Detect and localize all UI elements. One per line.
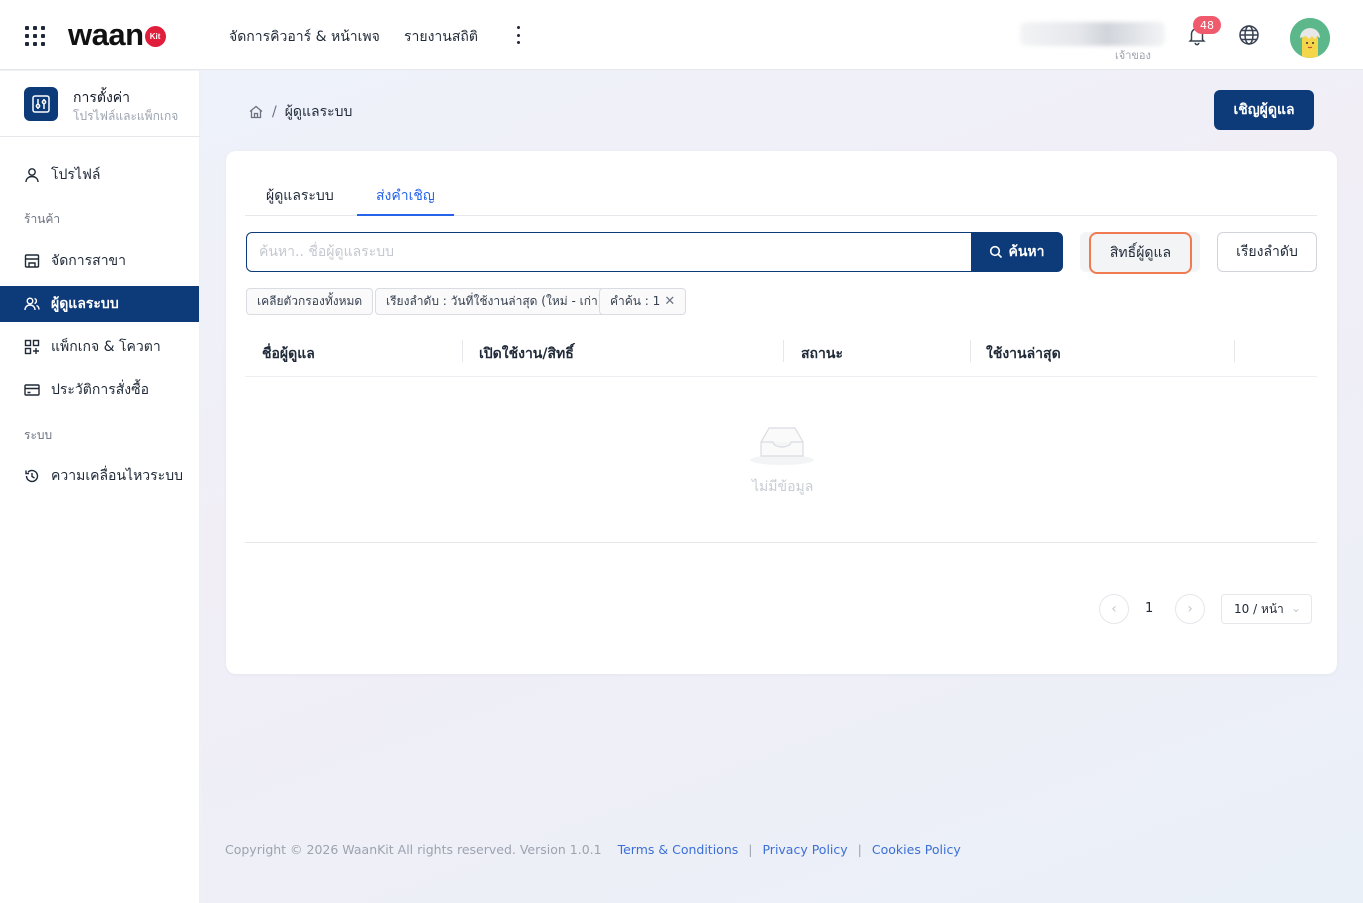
- sidebar-item-label: ประวัติการสั่งซื้อ: [51, 382, 150, 398]
- users-icon: [24, 297, 40, 311]
- column-header-name[interactable]: ชื่อผู้ดูแล: [262, 343, 315, 365]
- sidebar-item-admins[interactable]: ผู้ดูแลระบบ: [0, 286, 199, 322]
- close-icon[interactable]: ✕: [664, 294, 675, 309]
- grid-plus-icon: [24, 339, 40, 355]
- sidebar-item-label: แพ็กเกจ & โควตา: [51, 339, 161, 355]
- apps-grid-icon[interactable]: [25, 26, 47, 46]
- tab-admins[interactable]: ผู้ดูแลระบบ: [266, 185, 334, 216]
- user-icon: [25, 168, 39, 183]
- settings-sliders-icon: [24, 87, 58, 121]
- avatar[interactable]: [1290, 18, 1330, 58]
- user-role: เจ้าของ: [1115, 49, 1151, 62]
- footer: Copyright © 2026 WaanKit All rights rese…: [225, 842, 961, 857]
- chevron-right-icon: ›: [1187, 601, 1193, 617]
- tabs: ผู้ดูแลระบบ ส่งคำเชิญ: [245, 182, 1317, 216]
- chevron-left-icon: ‹: [1111, 601, 1117, 617]
- tab-invitations[interactable]: ส่งคำเชิญ: [357, 185, 454, 216]
- more-vertical-icon[interactable]: [510, 24, 526, 46]
- top-bar: waan Kit จัดการคิวอาร์ & หน้าเพจ รายงานส…: [0, 0, 1363, 70]
- column-header-last-used[interactable]: ใช้งานล่าสุด: [986, 343, 1061, 365]
- footer-separator: |: [857, 842, 862, 857]
- logo[interactable]: waan Kit: [68, 17, 166, 52]
- search-input[interactable]: [246, 232, 972, 272]
- copyright-text: Copyright © 2026 WaanKit All rights rese…: [225, 842, 602, 857]
- sidebar-item-activity[interactable]: ความเคลื่อนไหวระบบ: [0, 458, 198, 494]
- breadcrumb-separator: /: [272, 104, 277, 120]
- admin-permissions-button[interactable]: สิทธิ์ผู้ดูแล: [1089, 232, 1192, 274]
- sidebar-item-label: โปรไฟล์: [51, 167, 101, 183]
- breadcrumb-current: ผู้ดูแลระบบ: [284, 104, 353, 120]
- sidebar-item-label: จัดการสาขา: [51, 253, 126, 269]
- sidebar-header: การตั้งค่า โปรไฟล์และแพ็กเกจ: [0, 71, 200, 137]
- table-header: ชื่อผู้ดูแล เปิดใช้งาน/สิทธิ์ สถานะ ใช้ง…: [245, 330, 1317, 377]
- breadcrumb: / ผู้ดูแลระบบ: [248, 101, 352, 123]
- column-header-enabled[interactable]: เปิดใช้งาน/สิทธิ์: [479, 343, 574, 365]
- home-icon[interactable]: [248, 104, 264, 120]
- sidebar-section-store: ร้านค้า: [24, 212, 61, 226]
- sidebar-item-branches[interactable]: จัดการสาขา: [0, 243, 198, 279]
- sidebar: การตั้งค่า โปรไฟล์และแพ็กเกจ โปรไฟล์ ร้า…: [0, 71, 200, 903]
- page-size-select[interactable]: 10 / หน้า ⌄: [1221, 594, 1312, 624]
- globe-icon[interactable]: [1237, 23, 1261, 47]
- next-page-button[interactable]: ›: [1175, 594, 1205, 624]
- keyword-filter-chip[interactable]: คำค้น : 1 ✕: [599, 288, 687, 315]
- sidebar-item-profile[interactable]: โปรไฟล์: [0, 157, 198, 193]
- search-icon: [990, 245, 1003, 259]
- nav-statistics[interactable]: รายงานสถิติ: [404, 26, 478, 48]
- search-button[interactable]: ค้นหา: [971, 232, 1063, 272]
- sidebar-subtitle: โปรไฟล์และแพ็กเกจ: [73, 109, 179, 123]
- current-page[interactable]: 1: [1145, 601, 1153, 616]
- logo-text: waan: [68, 17, 144, 52]
- nav-qr-pages[interactable]: จัดการคิวอาร์ & หน้าเพจ: [229, 26, 380, 48]
- column-divider: [783, 340, 784, 362]
- sidebar-item-label: ความเคลื่อนไหวระบบ: [51, 468, 183, 484]
- privacy-link[interactable]: Privacy Policy: [762, 842, 847, 857]
- cookies-link[interactable]: Cookies Policy: [872, 842, 961, 857]
- invite-admin-button[interactable]: เชิญผู้ดูแล: [1214, 90, 1314, 130]
- sidebar-section-system: ระบบ: [24, 428, 53, 442]
- sort-button[interactable]: เรียงลำดับ: [1217, 232, 1317, 272]
- logo-badge: Kit: [144, 25, 166, 47]
- sidebar-item-orders[interactable]: ประวัติการสั่งซื้อ: [0, 372, 198, 408]
- content-card: [226, 151, 1337, 674]
- terms-link[interactable]: Terms & Conditions: [618, 842, 739, 857]
- chip-label: คำค้น : 1: [610, 294, 661, 308]
- store-icon: [24, 254, 40, 268]
- footer-separator: |: [748, 842, 753, 857]
- column-divider: [1234, 340, 1235, 362]
- column-header-status[interactable]: สถานะ: [801, 343, 843, 365]
- table-divider: [245, 542, 1317, 543]
- empty-state-text: ไม่มีข้อมูล: [752, 479, 814, 495]
- clear-filters-chip[interactable]: เคลียตัวกรองทั้งหมด: [246, 288, 374, 315]
- chip-label: เรียงลำดับ : วันที่ใช้งานล่าสุด (ใหม่ - …: [386, 294, 603, 308]
- avatar-image: [1290, 18, 1330, 58]
- column-divider: [462, 340, 463, 362]
- prev-page-button[interactable]: ‹: [1099, 594, 1129, 624]
- empty-inbox-icon: [750, 427, 814, 465]
- column-divider: [970, 340, 971, 362]
- user-name-blurred[interactable]: [1020, 22, 1165, 46]
- credit-card-icon: [24, 384, 40, 396]
- history-icon: [25, 469, 39, 483]
- sidebar-title: การตั้งค่า: [73, 90, 131, 106]
- chip-label: เคลียตัวกรองทั้งหมด: [257, 294, 363, 308]
- search-button-label: ค้นหา: [1008, 244, 1045, 260]
- notification-badge: 48: [1193, 16, 1221, 34]
- sort-filter-chip[interactable]: เรียงลำดับ : วันที่ใช้งานล่าสุด (ใหม่ - …: [375, 288, 614, 315]
- sidebar-item-packages[interactable]: แพ็กเกจ & โควตา: [0, 329, 198, 365]
- sidebar-item-label: ผู้ดูแลระบบ: [51, 296, 119, 312]
- page-size-value: 10 / หน้า: [1234, 601, 1284, 616]
- chevron-down-icon: ⌄: [1290, 601, 1301, 615]
